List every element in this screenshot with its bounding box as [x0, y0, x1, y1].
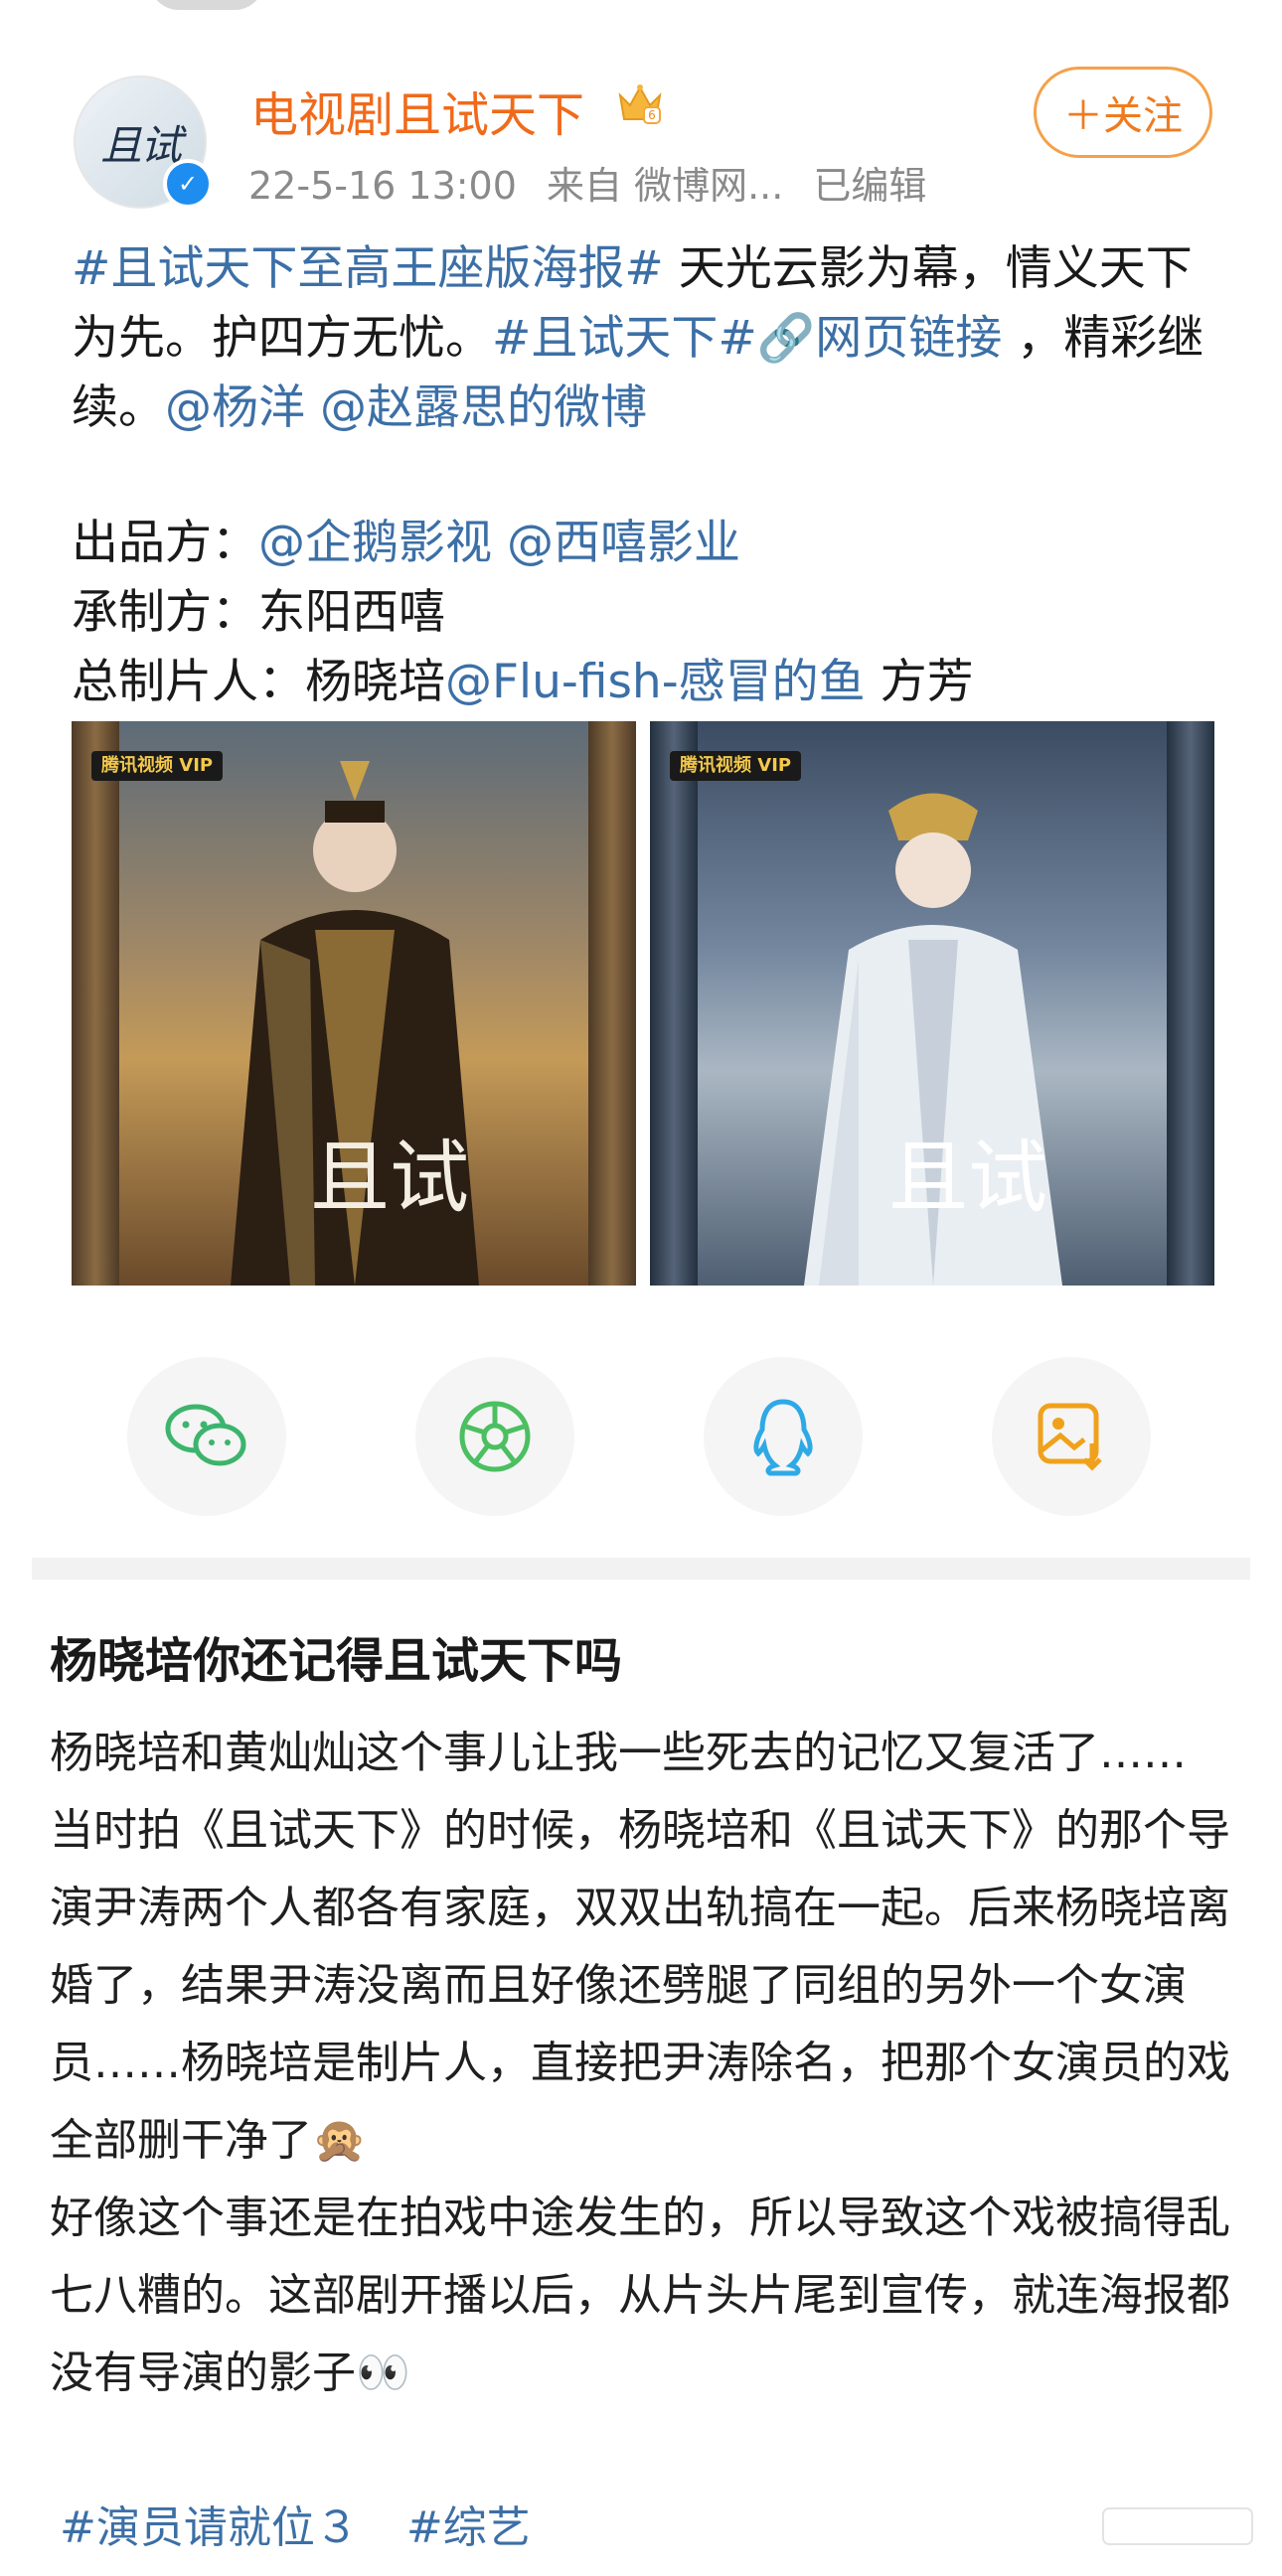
mention-link[interactable]: @赵露思的微博: [320, 380, 647, 435]
save-image-button[interactable]: [992, 1357, 1151, 1516]
vip-badge: 腾讯视频 VIP: [670, 751, 802, 781]
edited-label: 已编辑: [813, 164, 927, 208]
credit-line: 承制方：东阳西嘻: [72, 578, 974, 648]
credit-label: 承制方：: [72, 585, 258, 640]
section-divider: [32, 1558, 1250, 1580]
vip-badge: 腾讯视频 VIP: [91, 751, 224, 781]
poster-pillar-right: [1167, 721, 1214, 1286]
mention-link[interactable]: @企鹅影视: [258, 516, 492, 570]
topic-tag[interactable]: #演员请就位３: [60, 2502, 359, 2553]
credits: 出品方：@企鹅影视 @西嘻影业 承制方：东阳西嘻 总制片人：杨晓培@Flu-fi…: [72, 509, 974, 717]
source: 来自 微博网...: [547, 164, 784, 208]
article-body: 杨晓培和黄灿灿这个事儿让我一些死去的记忆又复活了…… 当时拍《且试天下》的时候，…: [50, 1715, 1242, 2412]
topic-tags: #演员请就位３ #综艺: [60, 2492, 564, 2555]
share-qq-button[interactable]: [704, 1357, 863, 1516]
previous-avatar-fragment: [149, 0, 264, 10]
web-link[interactable]: 🔗网页链接: [757, 311, 1003, 366]
poster-pillar-left: [72, 721, 119, 1286]
mention-link[interactable]: @西嘻影业: [507, 516, 740, 570]
topic-tag[interactable]: #综艺: [406, 2502, 531, 2553]
credit-text: [492, 516, 507, 570]
timestamp: 22-5-16 13:00: [248, 164, 517, 208]
article-paragraph: 当时拍《且试天下》的时候，杨晓培和《且试天下》的那个导演尹涛两个人都各有家庭，双…: [50, 1805, 1230, 2166]
poster-title: 且试: [888, 1132, 1047, 1224]
poster-pillar-left: [650, 721, 698, 1286]
post-text-segment: [305, 380, 320, 435]
post-text: #且试天下至高王座版海报# 天光云影为幕，情义天下为先。护四方无忧。#且试天下#…: [72, 234, 1214, 443]
author-name[interactable]: 电视剧且试天下: [250, 76, 584, 145]
qq-icon: [753, 1399, 813, 1476]
verified-badge-icon: ✓: [163, 159, 213, 209]
poster-image-1[interactable]: 腾讯视频 VIP 且试: [72, 721, 636, 1286]
share-moments-button[interactable]: [415, 1357, 574, 1516]
weibo-post: 且试 ✓ 电视剧且试天下 6 22-5-16 13:00 来自 微博网... 已…: [0, 0, 1282, 1590]
poster-title: 且试: [310, 1132, 469, 1224]
credit-text: 杨晓培: [305, 655, 445, 709]
article-title: 杨晓培你还记得且试天下吗: [50, 1633, 623, 1689]
credit-label: 总制片人：: [72, 655, 305, 709]
article-paragraph: 杨晓培和黄灿灿这个事儿让我一些死去的记忆又复活了……: [50, 1728, 1187, 1778]
share-wechat-button[interactable]: [127, 1357, 286, 1516]
mention-link[interactable]: @Flu-fish-感冒的鱼: [445, 655, 866, 709]
avatar-logo: 且试: [99, 120, 182, 170]
poster-image-2[interactable]: 腾讯视频 VIP 且试: [650, 721, 1214, 1286]
mention-link[interactable]: @杨洋: [165, 380, 305, 435]
credit-line: 总制片人：杨晓培@Flu-fish-感冒的鱼 方芳: [72, 648, 974, 717]
hashtag-link[interactable]: #且试天下至高王座版海报#: [72, 241, 664, 296]
credit-text: 方芳: [865, 655, 974, 709]
credit-label: 出品方：: [72, 516, 258, 570]
crown-icon: 6: [618, 84, 662, 124]
credit-line: 出品方：@企鹅影视 @西嘻影业: [72, 509, 974, 578]
share-bar: [0, 1357, 1282, 1516]
save-image-icon: [1038, 1403, 1102, 1471]
article-paragraph: 好像这个事还是在拍戏中途发生的，所以导致这个戏被搞得乱七八糟的。这部剧开播以后，…: [50, 2193, 1230, 2398]
follow-button[interactable]: ＋关注: [1034, 67, 1212, 158]
hashtag-link[interactable]: #且试天下#: [492, 311, 757, 366]
credit-text: 东阳西嘻: [258, 585, 445, 640]
poster-pillar-right: [588, 721, 636, 1286]
svg-text:6: 6: [648, 108, 656, 122]
moments-icon: [459, 1401, 531, 1472]
watermark-logo: [1102, 2507, 1253, 2545]
wechat-icon: [165, 1404, 246, 1466]
post-meta: 22-5-16 13:00 来自 微博网... 已编辑: [248, 155, 926, 210]
